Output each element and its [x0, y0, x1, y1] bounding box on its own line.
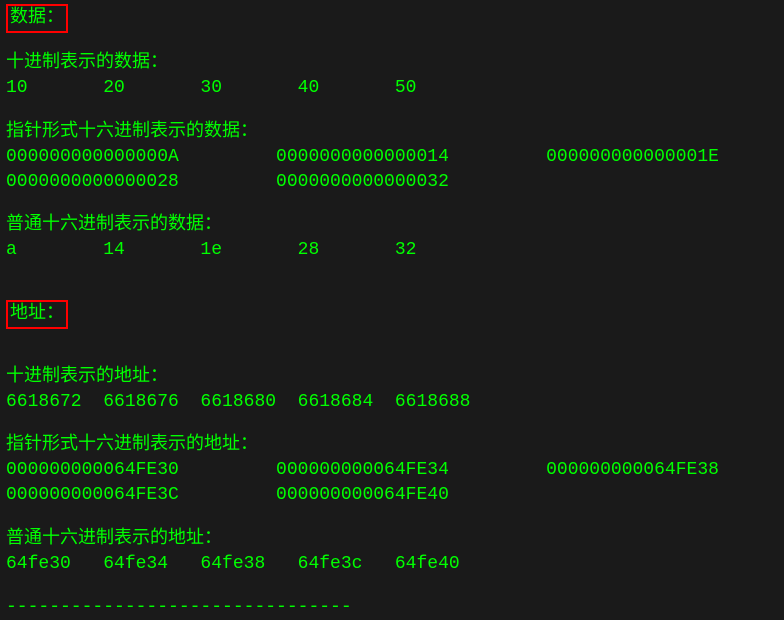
pointer-hex-data-row1: 000000000000000A 0000000000000014 000000…	[6, 147, 719, 167]
pointer-hex-data-label: 指针形式十六进制表示的数据：	[6, 120, 778, 145]
normal-hex-data-block: 普通十六进制表示的数据： a 14 1e 28 32	[6, 213, 778, 263]
data-header-text: 数据：	[10, 8, 64, 28]
pointer-hex-data-block: 指针形式十六进制表示的数据： 000000000000000A 00000000…	[6, 120, 778, 196]
spacer	[6, 282, 778, 300]
terminal-output: 数据： 十进制表示的数据： 10 20 30 40 50 指针形式十六进制表示的…	[6, 4, 778, 620]
spacer	[6, 347, 778, 365]
address-section-header: 地址：	[6, 300, 68, 329]
pointer-hex-data-row2: 0000000000000028 0000000000000032	[6, 172, 449, 192]
pointer-hex-address-label: 指针形式十六进制表示的地址：	[6, 433, 778, 458]
pointer-hex-address-row1: 000000000064FE30 000000000064FE34 000000…	[6, 460, 719, 480]
decimal-data-label: 十进制表示的数据：	[6, 51, 778, 76]
decimal-address-row: 6618672 6618676 6618680 6618684 6618688	[6, 392, 470, 412]
normal-hex-address-label: 普通十六进制表示的地址：	[6, 527, 778, 552]
decimal-address-label: 十进制表示的地址：	[6, 365, 778, 390]
address-header-text: 地址：	[10, 304, 64, 324]
normal-hex-address-row: 64fe30 64fe34 64fe38 64fe3c 64fe40	[6, 554, 460, 574]
pointer-hex-address-block: 指针形式十六进制表示的地址： 000000000064FE30 00000000…	[6, 433, 778, 509]
divider-line: --------------------------------	[6, 595, 778, 620]
decimal-data-block: 十进制表示的数据： 10 20 30 40 50	[6, 51, 778, 101]
normal-hex-data-row: a 14 1e 28 32	[6, 240, 416, 260]
decimal-data-row: 10 20 30 40 50	[6, 78, 416, 98]
pointer-hex-address-row2: 000000000064FE3C 000000000064FE40	[6, 485, 449, 505]
decimal-address-block: 十进制表示的地址： 6618672 6618676 6618680 661868…	[6, 365, 778, 415]
normal-hex-data-label: 普通十六进制表示的数据：	[6, 213, 778, 238]
data-section-header: 数据：	[6, 4, 68, 33]
normal-hex-address-block: 普通十六进制表示的地址： 64fe30 64fe34 64fe38 64fe3c…	[6, 527, 778, 577]
